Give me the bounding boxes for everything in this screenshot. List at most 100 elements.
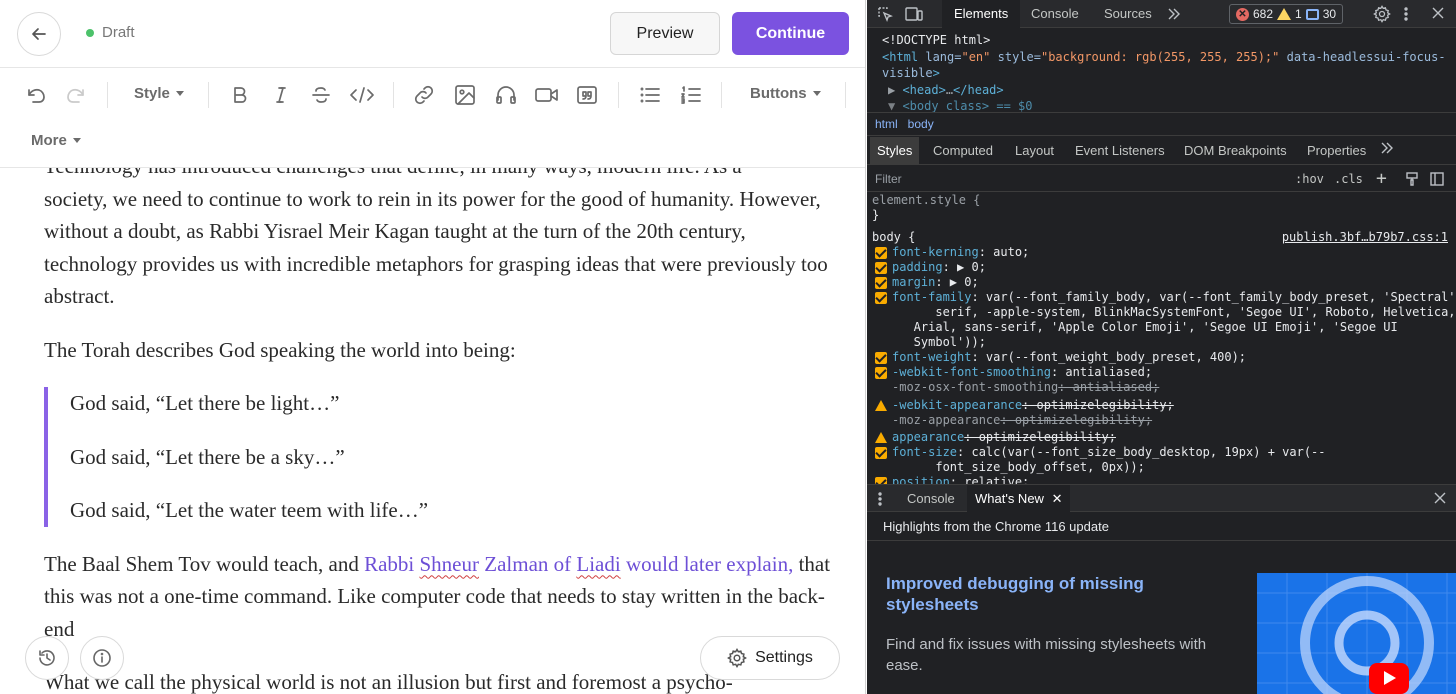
info-button[interactable] (80, 636, 124, 680)
code-icon (350, 87, 374, 103)
drawer-menu-button[interactable] (877, 491, 883, 507)
drawer-tab-whats-new[interactable]: What's New ✕ (967, 485, 1071, 512)
dom-node-doctype[interactable]: <!DOCTYPE html> (882, 32, 1456, 49)
html-tag-close: > (932, 66, 940, 80)
style-dropdown[interactable]: Style (134, 85, 184, 102)
tab-console[interactable]: Console (1019, 0, 1091, 28)
element-style-selector[interactable]: element.style { (872, 193, 1456, 208)
tab-styles[interactable]: Styles (870, 137, 920, 165)
tab-sources[interactable]: Sources (1092, 0, 1164, 28)
close-drawer-button[interactable] (1434, 492, 1446, 504)
numbered-list-button[interactable] (677, 81, 705, 109)
property-value: : var(--font_weight_body_preset, 400); (971, 350, 1247, 364)
close-tab-icon[interactable]: ✕ (1052, 491, 1063, 506)
video-button[interactable] (532, 81, 562, 109)
history-button[interactable] (25, 636, 69, 680)
post-body[interactable]: Technology has introduced challenges tha… (44, 150, 834, 694)
dom-node-html[interactable]: <html lang="en" style="background: rgb(2… (882, 49, 1456, 66)
body-selector[interactable]: body { (872, 230, 915, 244)
toggle-sidebar-button[interactable] (1430, 172, 1444, 186)
inline-link[interactable]: Rabbi Shneur Zalman of Liadi would later… (364, 552, 793, 576)
warning-count: 1 (1295, 7, 1302, 21)
style-declaration[interactable]: -moz-appearance: optimizelegibility; (872, 413, 1456, 428)
add-rule-button[interactable]: + (1376, 166, 1387, 192)
checkbox-checked-icon[interactable] (875, 367, 887, 379)
undo-button[interactable] (22, 81, 50, 109)
bullet-list-button[interactable] (636, 81, 664, 109)
code-button[interactable] (347, 81, 377, 109)
tab-properties[interactable]: Properties (1300, 137, 1373, 165)
feature-video-thumbnail[interactable] (1257, 573, 1456, 694)
italic-button[interactable] (267, 81, 295, 109)
whats-new-heading: Highlights from the Chrome 116 update (883, 519, 1109, 534)
class-toggle[interactable]: .cls (1334, 166, 1363, 192)
style-declaration[interactable]: Symbol')); (872, 335, 1456, 350)
checkbox-checked-icon[interactable] (875, 247, 887, 259)
style-declaration[interactable]: serif, -apple-system, BlinkMacSystemFont… (872, 305, 1456, 320)
style-declaration[interactable]: margin: ▶ 0; (872, 275, 1456, 290)
styles-filter-input[interactable]: Filter (871, 169, 1283, 189)
style-declaration[interactable]: -webkit-font-smoothing: antialiased; (872, 365, 1456, 380)
style-declaration[interactable]: Arial, sans-serif, 'Apple Color Emoji', … (872, 320, 1456, 335)
drawer-tab-console[interactable]: Console (899, 485, 963, 512)
stylesheet-source-link[interactable]: publish.3bf…b79b7.css:1 (1282, 230, 1448, 245)
tab-event-listeners[interactable]: Event Listeners (1068, 137, 1172, 165)
close-devtools-button[interactable] (1432, 7, 1444, 19)
link-button[interactable] (410, 81, 438, 109)
bullet-list-icon (640, 87, 660, 103)
style-declaration[interactable]: font-family: var(--font_family_body, var… (872, 290, 1456, 305)
property-value: Arial, sans-serif, 'Apple Color Emoji', … (892, 320, 1398, 334)
dom-tree[interactable]: <!DOCTYPE html> <html lang="en" style="b… (867, 28, 1456, 113)
checkbox-checked-icon[interactable] (875, 447, 887, 459)
more-subtabs-button[interactable] (1373, 137, 1401, 165)
style-declaration[interactable]: -moz-osx-font-smoothing: antialiased; (872, 380, 1456, 395)
continue-button[interactable]: Continue (732, 12, 849, 55)
devtools-settings-button[interactable] (1373, 5, 1391, 23)
checkbox-checked-icon[interactable] (875, 292, 887, 304)
tab-dom-breakpoints[interactable]: DOM Breakpoints (1177, 137, 1294, 165)
style-declaration[interactable]: font-size: calc(var(--font_size_body_des… (872, 445, 1456, 460)
quote-button[interactable] (573, 81, 601, 109)
tab-elements[interactable]: Elements (942, 0, 1021, 28)
tab-layout[interactable]: Layout (1008, 137, 1061, 165)
style-declaration[interactable]: -webkit-appearance: optimizelegibility; (872, 398, 1456, 413)
kebab-menu-icon (878, 492, 882, 506)
style-declaration[interactable]: font-weight: var(--font_weight_body_pres… (872, 350, 1456, 365)
more-dropdown[interactable]: More (31, 132, 81, 149)
buttons-dropdown-label: Buttons (750, 85, 807, 102)
breadcrumb-body[interactable]: body (908, 117, 934, 131)
issues-counter[interactable]: ✕ 682 1 30 (1229, 4, 1344, 24)
settings-button[interactable]: Settings (700, 636, 840, 680)
gear-icon (1373, 5, 1391, 23)
buttons-dropdown[interactable]: Buttons (750, 85, 821, 102)
audio-button[interactable] (492, 81, 520, 109)
device-toolbar-button[interactable] (905, 6, 923, 22)
dom-node-head[interactable]: ▶ <head>…</head> (882, 82, 1456, 99)
image-button[interactable] (451, 81, 479, 109)
feature-title-link[interactable]: Improved debugging of missing stylesheet… (886, 573, 1186, 615)
style-declaration[interactable]: font_size_body_offset, 0px)); (872, 460, 1456, 475)
checkbox-checked-icon[interactable] (875, 352, 887, 364)
checkbox-checked-icon[interactable] (875, 277, 887, 289)
more-tabs-button[interactable] (1167, 7, 1181, 21)
inspect-element-button[interactable] (877, 6, 893, 22)
numbered-list-icon (681, 86, 701, 104)
style-declaration[interactable]: font-kerning: auto; (872, 245, 1456, 260)
checkbox-checked-icon[interactable] (875, 262, 887, 274)
property-value: font_size_body_offset, 0px)); (892, 460, 1145, 474)
styles-subtabs: Styles Computed Layout Event Listeners D… (867, 137, 1456, 165)
preview-button[interactable]: Preview (610, 12, 720, 55)
property-name: padding (892, 260, 943, 274)
strikethrough-button[interactable] (307, 81, 335, 109)
tab-computed[interactable]: Computed (926, 137, 1000, 165)
hover-state-toggle[interactable]: :hov (1295, 166, 1324, 192)
customize-menu-button[interactable] (1403, 6, 1409, 22)
breadcrumb-html[interactable]: html (875, 117, 898, 131)
bold-button[interactable] (226, 81, 254, 109)
back-button[interactable] (17, 12, 61, 56)
style-declaration[interactable]: padding: ▶ 0; (872, 260, 1456, 275)
redo-button[interactable] (62, 81, 90, 109)
style-declaration[interactable]: appearance: optimizelegibility; (872, 430, 1456, 445)
computed-styles-toggle[interactable] (1405, 172, 1419, 186)
more-dropdown-label: More (31, 132, 67, 149)
